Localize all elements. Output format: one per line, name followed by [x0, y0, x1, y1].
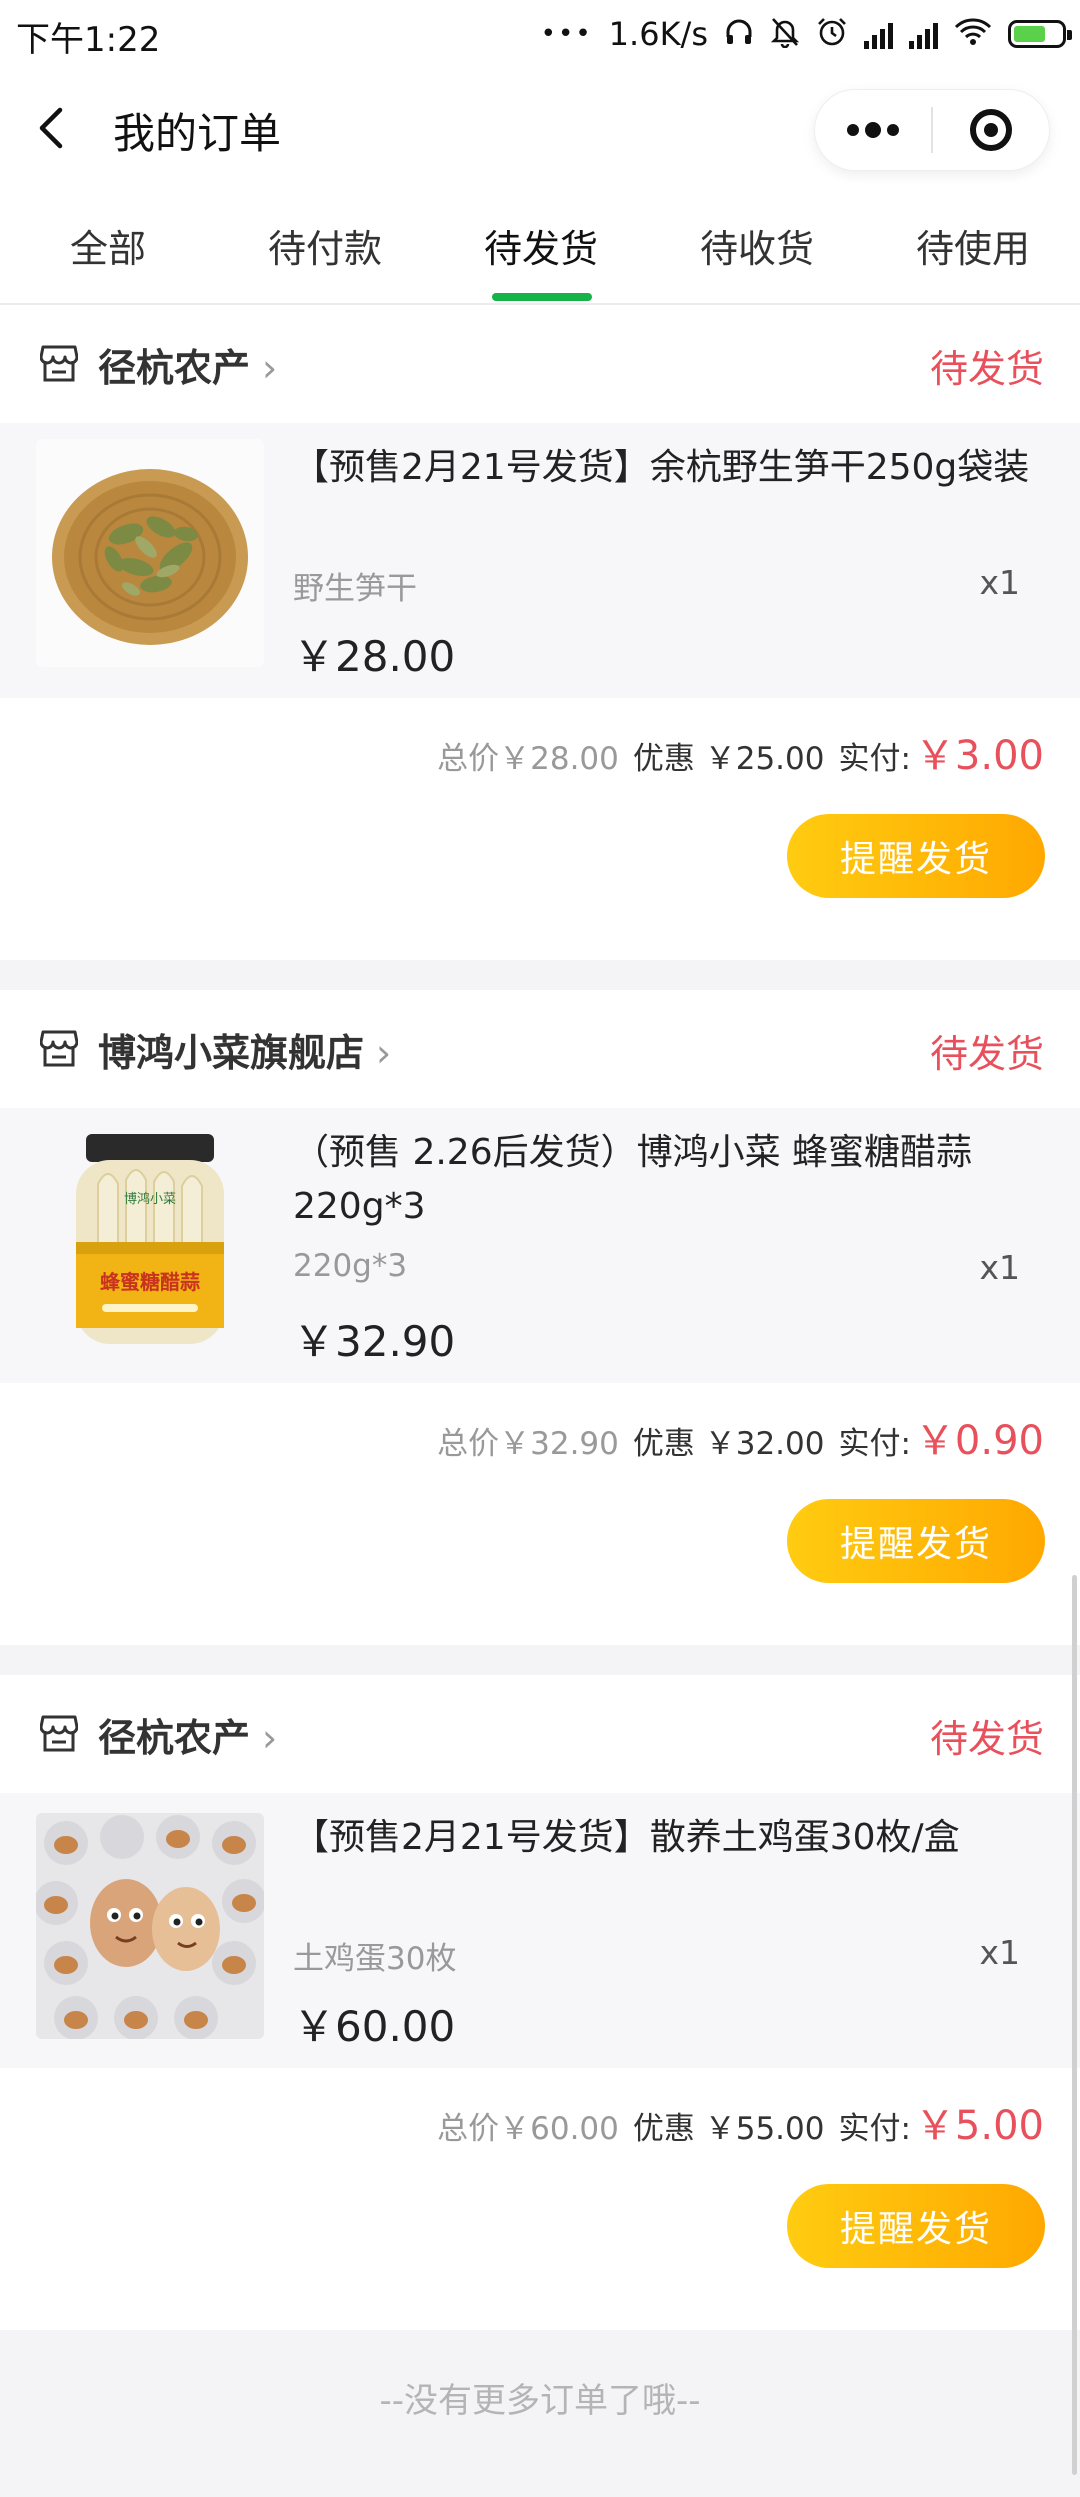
paid-amount: ￥0.90	[914, 1418, 1044, 1464]
tab-pending-shipment[interactable]: 待发货	[484, 218, 598, 273]
target-icon	[970, 109, 1012, 151]
tab-pending-payment[interactable]: 待付款	[268, 218, 382, 273]
product-row[interactable]: 【预售2月21号发货】余杭野生笋干250g袋装 野生笋干 x1 ￥28.00	[0, 423, 1080, 698]
product-price: ￥32.90	[293, 1317, 456, 1366]
product-title: 【预售2月21号发货】余杭野生笋干250g袋装	[293, 447, 1030, 488]
page-title: 我的订单	[113, 109, 282, 158]
product-quantity: x1	[979, 1933, 1020, 1972]
status-time: 下午1:22	[16, 20, 161, 60]
no-more-orders-text: --没有更多订单了哦--	[379, 2381, 701, 2421]
tab-pending-use[interactable]: 待使用	[916, 218, 1030, 273]
signal-2-icon	[909, 19, 938, 49]
paid-amount: ￥5.00	[914, 2103, 1044, 2149]
order-card: 径杭农产 › 待发货	[0, 305, 1080, 960]
shop-name: 博鸿小菜旗舰店	[98, 1031, 365, 1075]
chevron-right-icon: ›	[376, 1031, 392, 1075]
total-price: 总价￥28.00	[437, 741, 619, 777]
mute-bell-icon	[770, 16, 800, 53]
shop-header[interactable]: 径杭农产 › 待发货	[0, 1675, 1080, 1785]
product-image-garlic-jar: 蜂蜜糖醋蒜 博鸿小菜	[36, 1124, 264, 1352]
product-spec: 220g*3	[293, 1248, 408, 1284]
paid-amount: ￥3.00	[914, 733, 1044, 779]
total-price: 总价￥60.00	[437, 2111, 619, 2147]
shop-name: 径杭农产	[98, 346, 251, 390]
active-tab-indicator	[492, 293, 592, 301]
total-price: 总价￥32.90	[437, 1426, 619, 1462]
order-card: 博鸿小菜旗舰店 › 待发货 蜂蜜糖醋蒜 博鸿小菜 （预售 2.26后发货）博鸿小…	[0, 990, 1080, 1645]
order-totals: 总价￥60.00 优惠 ￥55.00 实付: ￥5.00	[437, 2093, 1044, 2151]
product-image-eggs	[36, 1813, 264, 2039]
order-totals: 总价￥32.90 优惠 ￥32.00 实付: ￥0.90	[437, 1408, 1044, 1466]
mini-program-capsule	[815, 90, 1049, 170]
discount: 优惠 ￥32.00	[632, 1426, 825, 1462]
order-totals: 总价￥28.00 优惠 ￥25.00 实付: ￥3.00	[437, 723, 1044, 781]
shop-icon	[40, 345, 78, 382]
tab-pending-receipt[interactable]: 待收货	[700, 218, 814, 273]
alarm-icon	[816, 16, 848, 53]
remind-shipment-button[interactable]: 提醒发货	[787, 1499, 1045, 1583]
product-price: ￥60.00	[293, 2002, 456, 2051]
product-spec: 土鸡蛋30枚	[293, 1941, 457, 1977]
tab-all[interactable]: 全部	[70, 218, 146, 273]
nav-bar: 我的订单	[0, 68, 1080, 188]
product-row[interactable]: 蜂蜜糖醋蒜 博鸿小菜 （预售 2.26后发货）博鸿小菜 蜂蜜糖醋蒜220g*3 …	[0, 1108, 1080, 1383]
discount: 优惠 ￥25.00	[632, 741, 825, 777]
product-image-bamboo-shoots	[36, 439, 264, 667]
product-quantity: x1	[979, 1248, 1020, 1287]
order-status: 待发货	[929, 1032, 1044, 1076]
order-card: 径杭农产 › 待发货	[0, 1675, 1080, 2330]
status-icons: ••• 1.6K/s	[540, 10, 1072, 58]
jar-brand: 博鸿小菜	[124, 1191, 176, 1207]
headphones-icon	[724, 17, 754, 52]
remind-shipment-button[interactable]: 提醒发货	[787, 2184, 1045, 2268]
wifi-icon	[954, 17, 992, 52]
chevron-right-icon: ›	[262, 346, 278, 390]
back-button[interactable]	[32, 104, 76, 152]
net-speed: 1.6K/s	[608, 15, 708, 53]
shop-header[interactable]: 博鸿小菜旗舰店 › 待发货	[0, 990, 1080, 1100]
product-title: （预售 2.26后发货）博鸿小菜 蜂蜜糖醋蒜220g*3	[293, 1132, 973, 1227]
shop-header[interactable]: 径杭农产 › 待发货	[0, 305, 1080, 415]
battery-icon	[1008, 20, 1072, 48]
more-menu-button[interactable]	[815, 90, 931, 170]
order-status: 待发货	[929, 347, 1044, 391]
discount: 优惠 ￥55.00	[632, 2111, 825, 2147]
product-title: 【预售2月21号发货】散养土鸡蛋30枚/盒	[293, 1817, 960, 1858]
back-arrow-icon	[39, 107, 63, 149]
shop-icon	[40, 1030, 78, 1067]
paid-label: 实付:	[838, 741, 911, 777]
more-dots-icon	[847, 122, 899, 138]
product-quantity: x1	[979, 563, 1020, 602]
status-dots: •••	[540, 19, 593, 49]
product-spec: 野生笋干	[293, 571, 417, 607]
status-bar: 下午1:22 ••• 1.6K/s	[0, 0, 1080, 68]
chevron-right-icon: ›	[262, 1716, 278, 1760]
scrollbar[interactable]	[1072, 1575, 1077, 2475]
order-tabs: 全部 待付款 待发货 待收货 待使用	[0, 188, 1080, 305]
remind-shipment-button[interactable]: 提醒发货	[787, 814, 1045, 898]
shop-icon	[40, 1715, 78, 1752]
product-price: ￥28.00	[293, 632, 456, 681]
signal-1-icon	[864, 19, 893, 49]
paid-label: 实付:	[838, 2111, 911, 2147]
product-row[interactable]: 【预售2月21号发货】散养土鸡蛋30枚/盒 土鸡蛋30枚 x1 ￥60.00	[0, 1793, 1080, 2068]
jar-label: 蜂蜜糖醋蒜	[100, 1270, 200, 1294]
close-mini-program-button[interactable]	[933, 90, 1049, 170]
shop-name: 径杭农产	[98, 1716, 251, 1760]
order-status: 待发货	[929, 1717, 1044, 1761]
paid-label: 实付:	[838, 1426, 911, 1462]
